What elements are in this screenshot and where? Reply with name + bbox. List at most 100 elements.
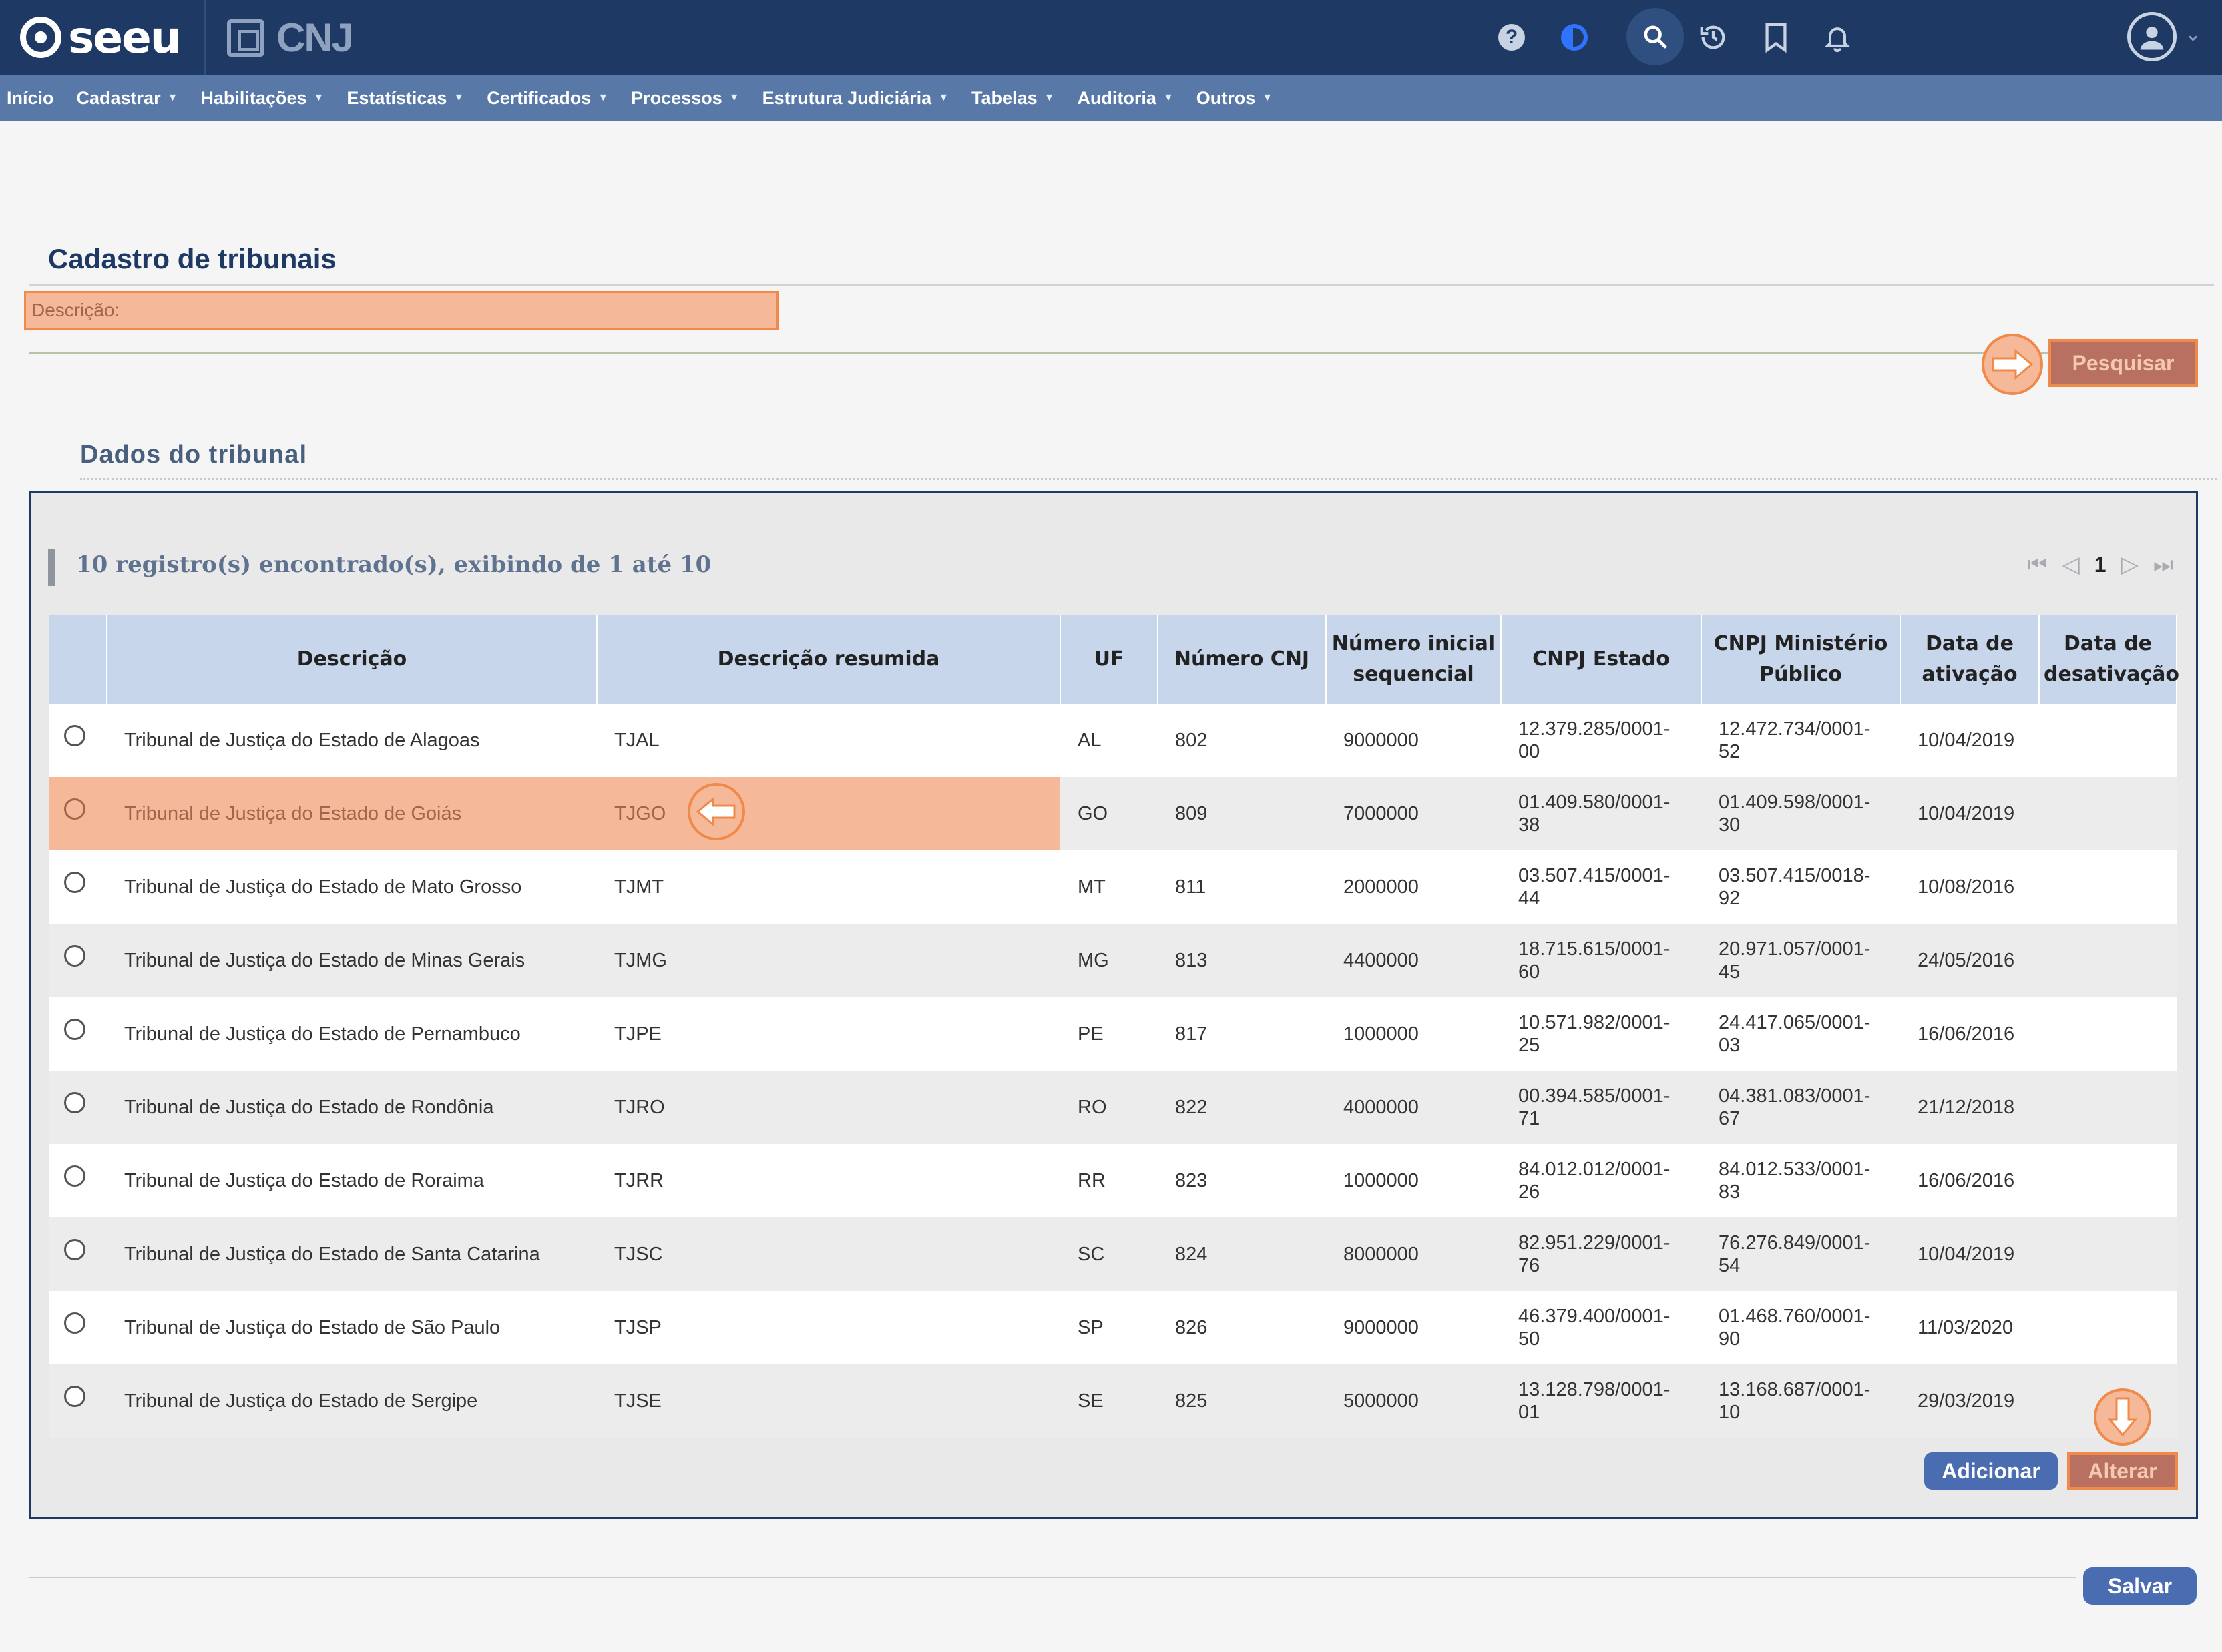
row-select-cell (49, 924, 107, 997)
next-page-icon[interactable]: ▷ (2121, 551, 2139, 578)
cell-cnpj_estado: 18.715.615/0001-60 (1501, 924, 1701, 997)
page-title: Cadastro de tribunais (48, 243, 337, 274)
cell-desativacao (2039, 1144, 2177, 1217)
row-radio[interactable] (64, 945, 85, 967)
row-radio[interactable] (64, 798, 85, 820)
table-row[interactable]: Tribunal de Justiça do Estado de Minas G… (49, 924, 2177, 997)
cell-ativacao: 29/03/2019 (1900, 1364, 2039, 1438)
add-button[interactable]: Adicionar (1924, 1452, 2058, 1490)
menu-estatisticas[interactable]: Estatísticas ▼ (347, 88, 464, 109)
row-radio[interactable] (64, 1386, 85, 1407)
menu-habilitacoes[interactable]: Habilitações ▼ (200, 88, 324, 109)
cell-uf: PE (1060, 997, 1158, 1071)
menu-outros[interactable]: Outros ▼ (1196, 88, 1273, 109)
row-radio[interactable] (64, 1312, 85, 1334)
history-icon[interactable] (1695, 19, 1732, 56)
cell-seq: 5000000 (1326, 1364, 1501, 1438)
menu-cadastrar[interactable]: Cadastrar ▼ (77, 88, 178, 109)
column-header: CNPJ Estado (1501, 615, 1702, 704)
column-header (49, 615, 107, 704)
caret-down-icon: ▼ (167, 92, 178, 103)
menu-processos[interactable]: Processos ▼ (631, 88, 739, 109)
cell-cnpj_estado: 03.507.415/0001-44 (1501, 850, 1701, 924)
main-menu: Início Cadastrar ▼ Habilitações ▼ Estatíst… (0, 75, 2222, 121)
table-row[interactable]: Tribunal de Justiça do Estado de Santa C… (49, 1217, 2177, 1291)
last-page-icon[interactable]: ⏭ (2153, 552, 2174, 578)
search-submit-button[interactable]: Pesquisar (2048, 339, 2198, 387)
cell-seq: 4000000 (1326, 1071, 1501, 1144)
table-row[interactable]: Tribunal de Justiça do Estado de Rondôni… (49, 1071, 2177, 1144)
cell-descricao: Tribunal de Justiça do Estado de Mato Gr… (107, 850, 597, 924)
menu-tabelas[interactable]: Tabelas ▼ (971, 88, 1054, 109)
menu-label: Cadastrar (76, 87, 161, 108)
column-header: CNPJ Ministério Público (1701, 615, 1901, 704)
menu-label: Certificados (487, 87, 592, 108)
cell-desativacao (2039, 850, 2177, 924)
cell-cnj: 802 (1158, 704, 1326, 777)
cell-cnj: 825 (1158, 1364, 1326, 1438)
cell-resumida: TJGO (597, 777, 1060, 850)
prev-page-icon[interactable]: ◁ (2062, 551, 2080, 578)
cnj-logo-mark (227, 19, 264, 57)
table-row[interactable]: Tribunal de Justiça do Estado de Goiás TJ… (49, 777, 2177, 850)
caret-down-icon: ▼ (938, 92, 949, 103)
current-page[interactable]: 1 (2094, 553, 2106, 577)
menu-auditoria[interactable]: Auditoria ▼ (1077, 88, 1173, 109)
cell-desativacao (2039, 777, 2177, 850)
cell-cnj: 822 (1158, 1071, 1326, 1144)
theme-icon[interactable] (1556, 19, 1593, 56)
caret-down-icon: ▼ (1044, 92, 1055, 103)
row-radio[interactable] (64, 1239, 85, 1260)
cell-ativacao: 10/04/2019 (1900, 704, 2039, 777)
menu-label: Início (7, 87, 54, 108)
column-header: Número CNJ (1158, 615, 1327, 704)
table-row[interactable]: Tribunal de Justiça do Estado de São Pau… (49, 1291, 2177, 1364)
bookmark-icon[interactable] (1757, 19, 1795, 56)
bell-icon[interactable] (1819, 19, 1856, 56)
cell-descricao: Tribunal de Justiça do Estado de Goiás (107, 777, 597, 850)
cell-seq: 1000000 (1326, 997, 1501, 1071)
cell-cnpj_estado: 13.128.798/0001-01 (1501, 1364, 1701, 1438)
cell-resumida: TJSC (597, 1217, 1060, 1291)
cell-seq: 9000000 (1326, 704, 1501, 777)
row-radio[interactable] (64, 1165, 85, 1187)
first-page-icon[interactable]: ⏮ (2027, 552, 2048, 578)
row-radio[interactable] (64, 1019, 85, 1040)
row-radio[interactable] (64, 872, 85, 893)
arrow-left-icon (688, 783, 745, 840)
cell-uf: SC (1060, 1217, 1158, 1291)
row-select-cell (49, 1291, 107, 1364)
menu-certificados[interactable]: Certificados ▼ (487, 88, 608, 109)
help-icon[interactable]: ? (1493, 19, 1530, 56)
table-row[interactable]: Tribunal de Justiça do Estado de Alagoas… (49, 704, 2177, 777)
seeu-logo[interactable]: seeu (20, 12, 182, 63)
search-button[interactable] (1626, 8, 1684, 65)
cell-cnpj_estado: 84.012.012/0001-26 (1501, 1144, 1701, 1217)
user-avatar-icon[interactable] (2127, 12, 2177, 61)
column-header: Número inicial sequencial (1326, 615, 1502, 704)
alter-button[interactable]: Alterar (2067, 1452, 2178, 1490)
table-row[interactable]: Tribunal de Justiça do Estado de Pernamb… (49, 997, 2177, 1071)
cell-ativacao: 10/04/2019 (1900, 777, 2039, 850)
row-select-cell (49, 1144, 107, 1217)
table-row[interactable]: Tribunal de Justiça do Estado de Mato Gr… (49, 850, 2177, 924)
menu-estrutura-judiciaria[interactable]: Estrutura Judiciária ▼ (762, 88, 949, 109)
description-field[interactable]: Descrição: (24, 291, 779, 330)
table-row[interactable]: Tribunal de Justiça do Estado de Sergipe… (49, 1364, 2177, 1438)
table-row[interactable]: Tribunal de Justiça do Estado de Roraima… (49, 1144, 2177, 1217)
cell-cnpj_estado: 00.394.585/0001-71 (1501, 1071, 1701, 1144)
row-radio[interactable] (64, 725, 85, 746)
cell-cnpj_estado: 82.951.229/0001-76 (1501, 1217, 1701, 1291)
cell-desativacao (2039, 1217, 2177, 1291)
chevron-down-icon[interactable]: ⌄ (2185, 23, 2201, 46)
cell-cnpj_mp: 12.472.734/0001-52 (1701, 704, 1900, 777)
row-radio[interactable] (64, 1092, 85, 1113)
cell-cnj: 809 (1158, 777, 1326, 850)
cnj-logo-text: CNJ (276, 15, 354, 60)
menu-inicio[interactable]: Início (7, 88, 54, 109)
cell-uf: SP (1060, 1291, 1158, 1364)
save-button[interactable]: Salvar (2083, 1567, 2197, 1605)
row-select-cell (49, 1364, 107, 1438)
menu-label: Tabelas (971, 87, 1038, 108)
cell-desativacao (2039, 997, 2177, 1071)
